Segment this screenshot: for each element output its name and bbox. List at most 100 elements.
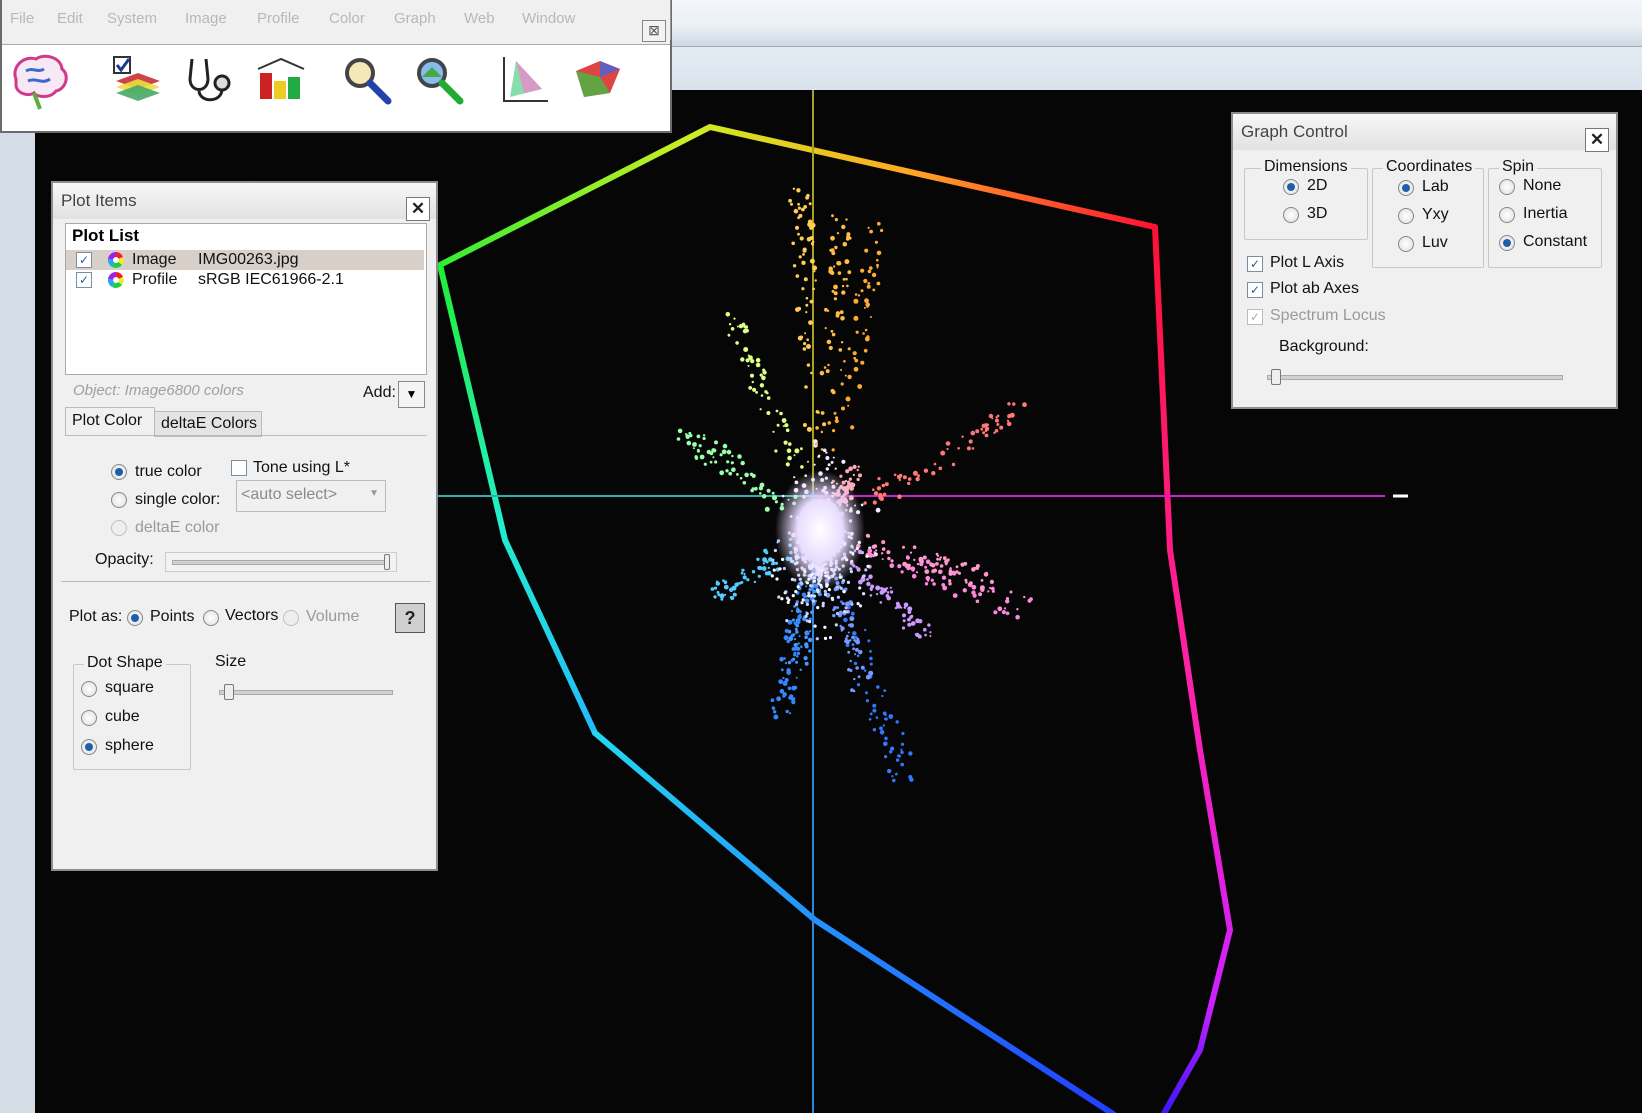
color-point — [800, 465, 804, 469]
checklist-icon[interactable] — [110, 53, 164, 107]
single-color-radio[interactable] — [111, 492, 127, 508]
menu-color[interactable]: Color — [329, 10, 365, 27]
help-button[interactable]: ? — [395, 603, 425, 633]
gamut-compare-icon[interactable] — [254, 53, 308, 107]
color-point — [740, 460, 745, 466]
true-color-radio[interactable] — [111, 464, 127, 480]
color-point — [838, 348, 843, 352]
plot-as-vectors-radio[interactable] — [203, 610, 219, 626]
menu-web[interactable]: Web — [464, 10, 495, 27]
graph-control-close-button[interactable]: ✕ — [1585, 128, 1609, 152]
tab-plot-color[interactable]: Plot Color — [65, 407, 155, 436]
menu-file[interactable]: File — [10, 10, 34, 27]
color-point — [773, 714, 779, 720]
color-point — [841, 406, 845, 411]
color-point — [867, 534, 871, 538]
color-point — [961, 435, 964, 438]
color-point — [823, 589, 827, 593]
dot-shape-cube-radio[interactable] — [81, 710, 97, 726]
plot-list-row[interactable]: ✓ Profile sRGB IEC61966-2.1 — [66, 270, 424, 290]
single-color-select[interactable]: <auto select> ▼ — [236, 480, 386, 512]
color-point — [719, 470, 725, 476]
color-point — [964, 578, 968, 582]
spin-none-radio[interactable] — [1499, 179, 1515, 195]
color-point — [820, 411, 825, 415]
menu-profile[interactable]: Profile — [257, 10, 300, 27]
background-slider-track — [1267, 375, 1563, 380]
color-point — [780, 597, 784, 601]
color-point — [751, 473, 756, 478]
menu-system[interactable]: System — [107, 10, 157, 27]
color-point — [845, 639, 850, 645]
color-point — [856, 654, 860, 658]
color-point — [796, 651, 801, 656]
dimension-3d-radio[interactable] — [1283, 207, 1299, 223]
tone-using-l-checkbox[interactable] — [231, 460, 247, 476]
dimensions-group: Dimensions 2D 3D — [1244, 158, 1368, 240]
color-point — [860, 665, 865, 670]
color-point — [726, 449, 732, 455]
color-point — [869, 662, 873, 666]
color-point — [811, 240, 815, 244]
plot-ab-axes-checkbox[interactable]: ✓ — [1247, 282, 1263, 298]
color-point — [801, 287, 805, 291]
plot-items-close-button[interactable]: ✕ — [406, 197, 430, 221]
color-point — [703, 462, 707, 466]
plot-list-row-checkbox[interactable]: ✓ — [76, 252, 92, 268]
color-point — [739, 476, 743, 480]
opacity-slider[interactable] — [165, 552, 397, 572]
chromaticity-icon[interactable] — [498, 53, 552, 107]
menu-window[interactable]: Window — [522, 10, 575, 27]
color-point — [792, 264, 797, 268]
spin-inertia-radio[interactable] — [1499, 207, 1515, 223]
gamut-3d-icon[interactable] — [570, 53, 624, 107]
plot-list-row[interactable]: ✓ Image IMG00263.jpg — [66, 250, 424, 270]
color-point — [826, 309, 830, 312]
plot-l-axis-checkbox[interactable]: ✓ — [1247, 256, 1263, 272]
color-point — [846, 580, 851, 584]
color-point — [830, 271, 835, 275]
magnifier-icon[interactable] — [340, 53, 394, 107]
dot-shape-square-radio[interactable] — [81, 681, 97, 697]
toolbar-close-button[interactable]: ⊠ — [642, 20, 666, 42]
color-point — [805, 303, 809, 307]
coordinate-luv-radio[interactable] — [1398, 236, 1414, 252]
color-point — [831, 390, 836, 395]
spin-label: Spin — [1499, 158, 1538, 176]
stethoscope-icon[interactable] — [182, 53, 236, 107]
color-point — [872, 500, 877, 505]
color-point — [790, 658, 794, 662]
color-point — [836, 595, 841, 599]
menu-image[interactable]: Image — [185, 10, 227, 27]
brain-icon[interactable] — [6, 49, 72, 115]
color-point — [806, 338, 809, 341]
color-point — [788, 198, 792, 203]
background-slider-thumb[interactable] — [1271, 369, 1281, 385]
tab-deltae-colors[interactable]: deltaE Colors — [154, 411, 262, 437]
add-dropdown-button[interactable]: ▼ — [398, 381, 425, 408]
color-magnifier-icon[interactable] — [412, 53, 466, 107]
menu-edit[interactable]: Edit — [57, 10, 83, 27]
color-point — [734, 582, 739, 587]
coordinate-lab-radio[interactable] — [1398, 180, 1414, 196]
dot-shape-sphere-radio[interactable] — [81, 739, 97, 755]
deltae-color-radio[interactable] — [111, 520, 127, 536]
color-point — [771, 558, 775, 562]
color-point — [936, 557, 939, 561]
plot-as-volume-radio[interactable] — [283, 610, 299, 626]
color-point — [764, 506, 770, 512]
dimension-2d-radio[interactable] — [1283, 179, 1299, 195]
color-point — [735, 341, 739, 345]
opacity-slider-thumb[interactable] — [384, 554, 390, 570]
menu-graph[interactable]: Graph — [394, 10, 436, 27]
size-slider-thumb[interactable] — [224, 684, 234, 700]
plot-as-points-radio[interactable] — [127, 610, 143, 626]
color-point — [742, 575, 747, 580]
color-point — [810, 371, 813, 375]
spectrum-locus-checkbox[interactable]: ✓ — [1247, 309, 1263, 325]
coordinate-yxy-radio[interactable] — [1398, 208, 1414, 224]
color-point — [862, 592, 866, 596]
spin-constant-radio[interactable] — [1499, 235, 1515, 251]
color-point — [806, 631, 810, 636]
plot-list-row-checkbox[interactable]: ✓ — [76, 272, 92, 288]
